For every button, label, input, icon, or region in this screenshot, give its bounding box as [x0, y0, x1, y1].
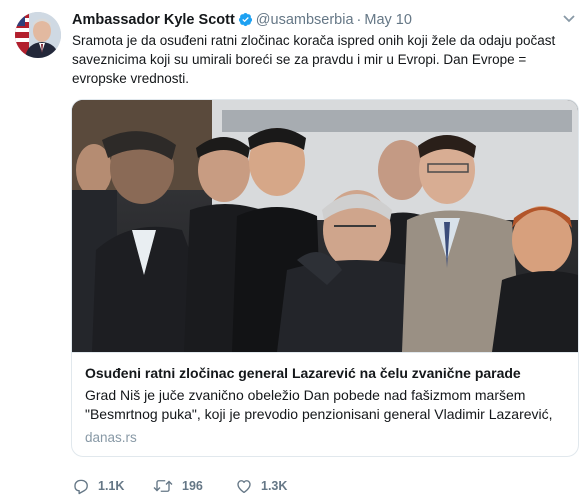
reply-button[interactable]: 1.1K [72, 476, 124, 496]
retweet-button[interactable]: 196 [152, 476, 203, 496]
handle[interactable]: @usambserbia [256, 12, 354, 28]
card-domain[interactable]: danas.rs [85, 429, 137, 447]
like-count: 1.3K [261, 479, 288, 493]
avatar[interactable] [15, 12, 61, 58]
reply-icon [74, 479, 88, 495]
card-title[interactable]: Osuđeni ratni zločinac general Lazarević… [85, 364, 570, 382]
retweet-icon [153, 480, 173, 492]
card-description: Grad Niš je juče zvanično obeležio Dan p… [85, 387, 553, 422]
verified-icon [238, 12, 253, 33]
reply-count: 1.1K [98, 479, 125, 493]
avatar-image [15, 12, 61, 58]
card-photo [72, 100, 578, 352]
tweet-header: Ambassador Kyle Scott @usambserbia · May 10 [72, 10, 578, 30]
retweet-count: 196 [182, 479, 203, 493]
like-icon [237, 480, 251, 494]
link-card[interactable]: Osuđeni ratni zločinac general Lazarević… [71, 99, 579, 457]
card-body: Osuđeni ratni zločinac general Lazarević… [72, 352, 578, 456]
caret-down-icon[interactable] [562, 14, 576, 24]
tweet-text: Sramota je da osuđeni ratni zločinac kor… [72, 33, 556, 86]
like-button[interactable]: 1.3K [235, 476, 287, 496]
tweet-date[interactable]: May 10 [364, 12, 412, 28]
action-bar: 1.1K 196 1.3K [72, 476, 372, 496]
display-name[interactable]: Ambassador Kyle Scott [72, 12, 235, 28]
separator: · [356, 12, 362, 28]
